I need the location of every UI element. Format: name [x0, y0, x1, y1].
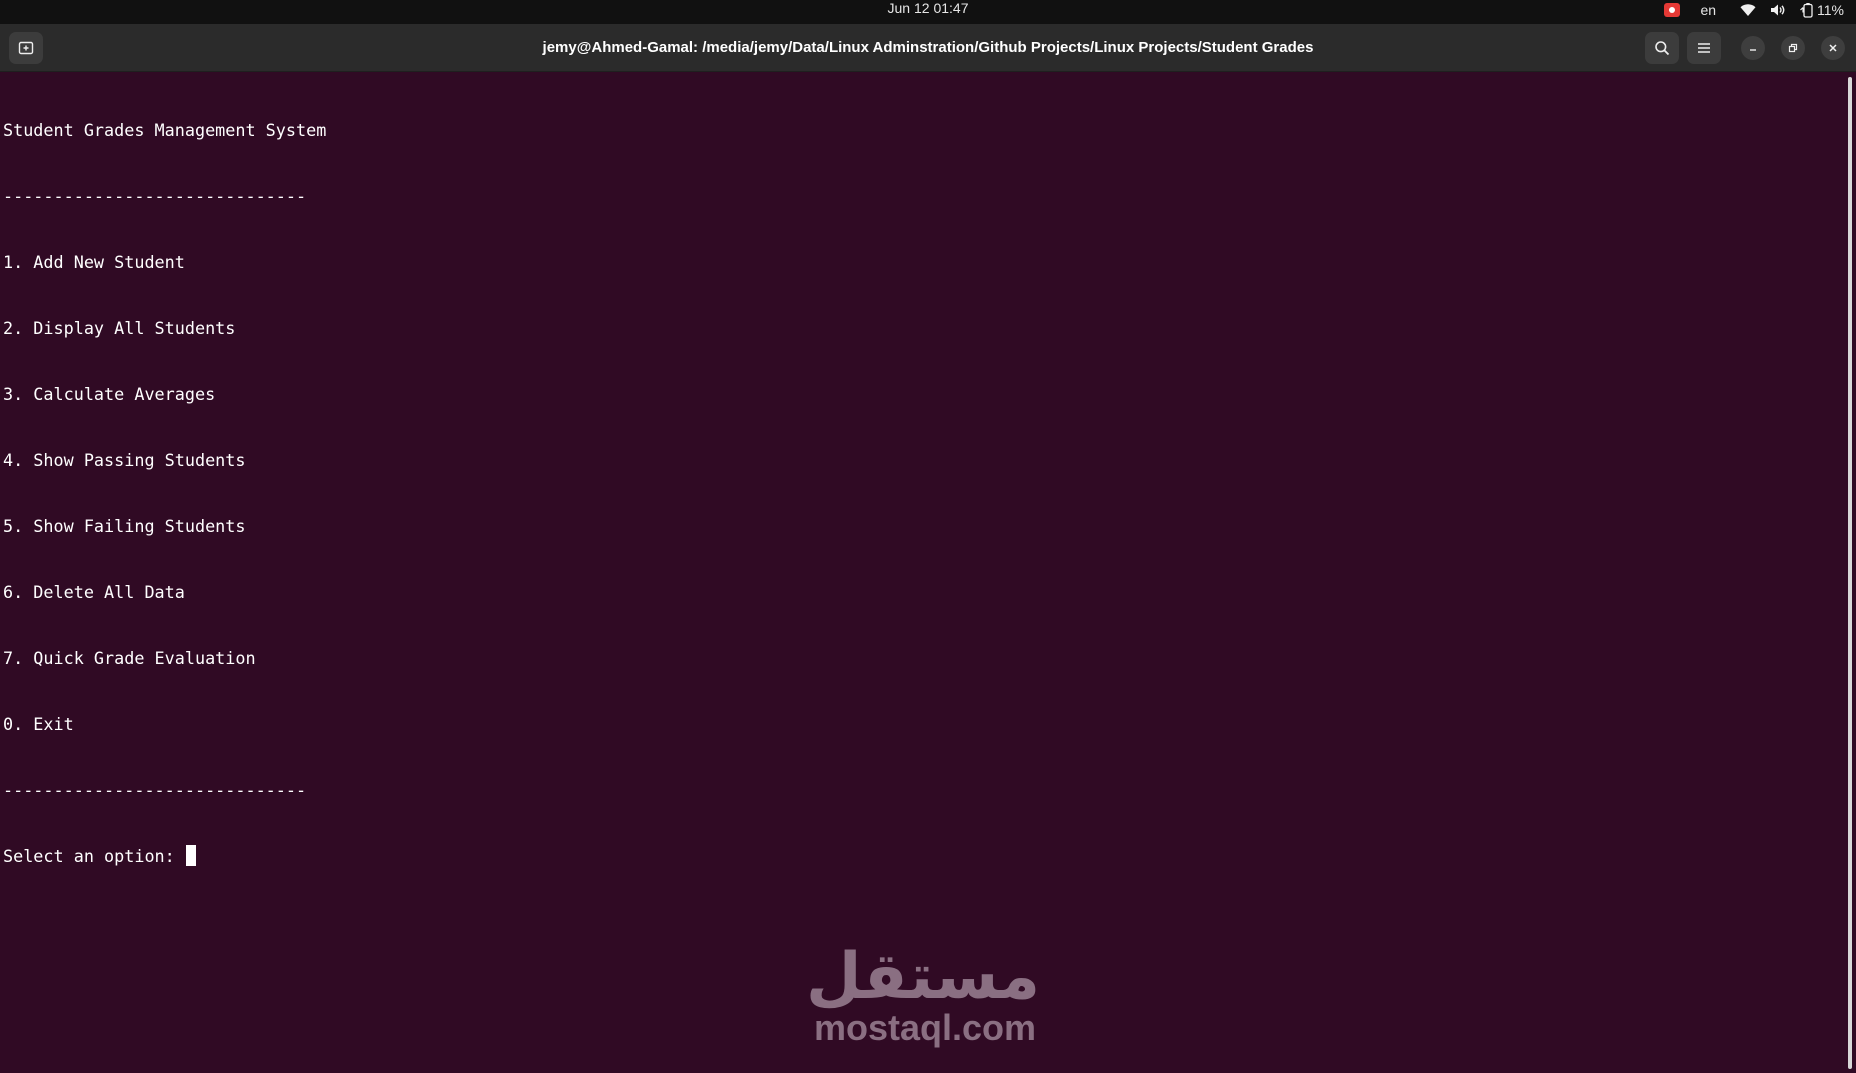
program-header: Student Grades Management System [3, 120, 327, 140]
system-top-bar: Jun 12 01:47 en 11% [0, 0, 1856, 24]
restore-button[interactable] [1781, 36, 1805, 60]
wifi-icon[interactable] [1740, 3, 1756, 17]
screen-record-icon[interactable] [1664, 3, 1681, 17]
watermark-arabic-logo: مستقل [805, 940, 1040, 1014]
battery-percent: 11% [1817, 2, 1844, 18]
menu-option: 3. Calculate Averages [3, 384, 216, 404]
prompt-text: Select an option: [3, 846, 185, 866]
menu-option: 4. Show Passing Students [3, 450, 246, 470]
search-button[interactable] [1645, 32, 1679, 64]
watermark-logo: مستقل mostaql.com [805, 940, 1040, 1048]
menu-option: 0. Exit [3, 714, 74, 734]
system-tray[interactable]: en 11% [1664, 0, 1844, 20]
language-indicator[interactable]: en [1694, 2, 1726, 18]
hamburger-menu-icon [1698, 43, 1710, 53]
menu-button[interactable] [1687, 32, 1721, 64]
separator-line: ------------------------------ [3, 186, 307, 206]
close-icon [1829, 44, 1837, 52]
text-cursor[interactable] [185, 845, 196, 866]
minimize-icon [1750, 49, 1756, 51]
menu-option: 2. Display All Students [3, 318, 236, 338]
clock[interactable]: Jun 12 01:47 [0, 0, 1856, 24]
volume-icon[interactable] [1770, 3, 1786, 17]
watermark-url: mostaql.com [813, 1007, 1037, 1048]
terminal-area[interactable]: Student Grades Management System -------… [0, 73, 1856, 1073]
separator-line: ------------------------------ [3, 780, 307, 800]
scrollbar[interactable] [1848, 77, 1852, 1069]
input-line[interactable]: Select an option: [3, 845, 326, 867]
window-title: jemy@Ahmed-Gamal: /media/jemy/Data/Linux… [542, 39, 1314, 56]
close-button[interactable] [1821, 36, 1845, 60]
minimize-button[interactable] [1741, 36, 1765, 60]
menu-option: 1. Add New Student [3, 252, 185, 272]
restore-icon [1788, 43, 1798, 53]
battery-indicator[interactable]: 11% [1800, 2, 1844, 18]
terminal-output: Student Grades Management System -------… [3, 75, 326, 911]
battery-icon [1800, 2, 1813, 18]
window-title-bar[interactable]: jemy@Ahmed-Gamal: /media/jemy/Data/Linux… [0, 24, 1856, 72]
menu-option: 5. Show Failing Students [3, 516, 246, 536]
search-icon [1655, 41, 1670, 56]
menu-option: 7. Quick Grade Evaluation [3, 648, 256, 668]
menu-option: 6. Delete All Data [3, 582, 185, 602]
